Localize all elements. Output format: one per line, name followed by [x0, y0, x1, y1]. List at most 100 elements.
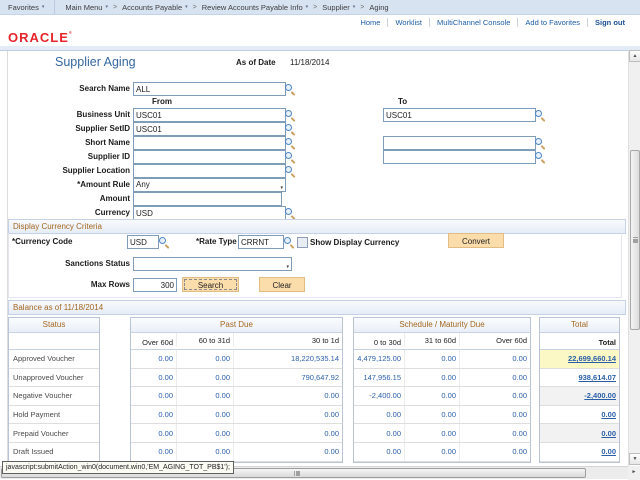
nav-divider [54, 0, 55, 14]
vertical-scrollbar[interactable]: ▲ ▼ [628, 50, 640, 465]
aging-amount-cell: 0.00 [404, 443, 459, 461]
search-name-lookup-icon[interactable] [284, 83, 296, 95]
aging-amount-cell: -2,400.00 [354, 391, 404, 400]
breadcrumb-label: Accounts Payable [122, 3, 182, 12]
breadcrumb-bar: Favorites▾ Main Menu▾ > Accounts Payable… [0, 0, 640, 15]
amount-input[interactable] [133, 192, 282, 206]
total-group-header: Total [540, 318, 619, 333]
currency-input[interactable] [133, 206, 286, 220]
total-amount-link[interactable]: 938,614.07 [540, 373, 619, 382]
total-amount-link[interactable]: 0.00 [540, 447, 619, 456]
supplier-id-to-input[interactable] [383, 150, 536, 164]
table-row: 147,956.150.000.00 [354, 369, 530, 388]
aging-amount-cell: 0.00 [459, 406, 530, 424]
breadcrumb-review-ap-info[interactable]: Review Accounts Payable Info▾ [202, 3, 308, 12]
past-due-box: Past Due Over 60d 60 to 31d 30 to 1d 0.0… [130, 317, 343, 463]
business-unit-to-input[interactable] [383, 108, 536, 122]
column-header-total: Total [540, 338, 619, 347]
column-header-60-to-31d: 60 to 31d [176, 333, 233, 347]
schedule-due-group-header: Schedule / Maturity Due [354, 318, 530, 333]
scroll-down-icon[interactable]: ▼ [629, 453, 640, 465]
status-cell: Hold Payment [9, 410, 99, 419]
short-name-to-lookup-icon[interactable] [534, 137, 546, 149]
short-name-label: Short Name [0, 138, 130, 147]
rate-type-input[interactable] [238, 235, 284, 249]
scroll-right-icon[interactable]: ► [628, 466, 640, 480]
scroll-up-icon[interactable]: ▲ [629, 50, 640, 62]
status-group-header: Status [9, 318, 99, 333]
aging-amount-cell: 0.00 [404, 406, 459, 424]
nav-link-multichannel-console[interactable]: MultiChannel Console [437, 18, 510, 27]
link-divider [517, 18, 518, 27]
amount-rule-value: Any [136, 180, 150, 189]
supplier-location-lookup-icon[interactable] [284, 165, 296, 177]
breadcrumb-supplier[interactable]: Supplier▾ [322, 3, 355, 12]
as-of-date-value: 11/18/2014 [290, 58, 329, 67]
supplier-location-label: Supplier Location [0, 166, 130, 175]
search-name-input[interactable] [133, 82, 286, 96]
total-amount-link[interactable]: 0.00 [540, 429, 619, 438]
total-amount-link[interactable]: 22,699,660.14 [540, 354, 619, 363]
breadcrumb-accounts-payable[interactable]: Accounts Payable▾ [122, 3, 188, 12]
currency-code-lookup-icon[interactable] [158, 236, 170, 248]
supplier-id-from-lookup-icon[interactable] [284, 151, 296, 163]
currency-code-input[interactable] [127, 235, 159, 249]
nav-link-home[interactable]: Home [360, 18, 380, 27]
search-button[interactable]: Search [182, 277, 239, 292]
link-divider [587, 18, 588, 27]
nav-link-worklist[interactable]: Worklist [395, 18, 422, 27]
nav-link-add-to-favorites[interactable]: Add to Favorites [525, 18, 580, 27]
short-name-from-input[interactable] [133, 136, 286, 150]
clear-button[interactable]: Clear [259, 277, 305, 292]
max-rows-input[interactable] [133, 278, 177, 292]
chevron-down-icon: ▾ [353, 5, 356, 10]
table-row: 938,614.07 [540, 369, 619, 388]
breadcrumb-main-menu[interactable]: Main Menu▾ [65, 3, 108, 12]
aging-amount-cell: 0.00 [459, 350, 530, 368]
business-unit-row: Business Unit [0, 108, 628, 122]
total-amount-link[interactable]: 0.00 [540, 410, 619, 419]
search-name-row: Search Name [0, 82, 628, 96]
convert-button[interactable]: Convert [448, 233, 504, 248]
table-row: Hold Payment [9, 406, 99, 425]
amount-rule-row: *Amount Rule Any▾ [0, 178, 628, 192]
business-unit-from-lookup-icon[interactable] [284, 109, 296, 121]
supplier-location-input[interactable] [133, 164, 286, 178]
currency-lookup-icon[interactable] [284, 207, 296, 219]
breadcrumb-label: Favorites [8, 3, 39, 12]
column-header-30-to-1d: 30 to 1d [233, 333, 342, 347]
breadcrumb-label: Supplier [322, 3, 350, 12]
aging-amount-cell: 0.00 [176, 424, 233, 442]
column-header-over-60d: Over 60d [131, 338, 176, 347]
amount-rule-label: *Amount Rule [0, 180, 130, 189]
aging-amount-cell: 0.00 [176, 443, 233, 461]
show-display-currency-checkbox[interactable] [297, 237, 308, 248]
supplier-id-from-input[interactable] [133, 150, 286, 164]
breadcrumb-favorites[interactable]: Favorites▾ [0, 3, 44, 12]
vertical-scrollbar-thumb[interactable] [630, 150, 640, 330]
rate-type-lookup-icon[interactable] [283, 236, 295, 248]
amount-label: Amount [0, 194, 130, 203]
short-name-from-lookup-icon[interactable] [284, 137, 296, 149]
supplier-setid-input[interactable] [133, 122, 286, 136]
aging-amount-cell: 0.00 [354, 410, 404, 419]
aging-amount-cell: 0.00 [354, 429, 404, 438]
business-unit-label: Business Unit [0, 110, 130, 119]
table-row: 0.000.0018,220,535.14 [131, 350, 342, 369]
sanctions-status-select[interactable]: ▾ [133, 257, 292, 271]
short-name-to-input[interactable] [383, 136, 536, 150]
total-amount-link[interactable]: -2,400.00 [540, 391, 619, 400]
status-cell: Approved Voucher [9, 354, 99, 363]
nav-link-sign-out[interactable]: Sign out [595, 18, 625, 27]
business-unit-to-lookup-icon[interactable] [534, 109, 546, 121]
breadcrumb-separator: > [313, 4, 317, 11]
status-column-box: Status Approved VoucherUnapproved Vouche… [8, 317, 100, 463]
status-subheader-row [9, 333, 99, 350]
business-unit-from-input[interactable] [133, 108, 286, 122]
supplier-setid-lookup-icon[interactable] [284, 123, 296, 135]
display-currency-section-header: Display Currency Criteria [8, 219, 626, 234]
supplier-id-row: Supplier ID [0, 150, 628, 164]
total-subheader-row: Total [540, 333, 619, 350]
amount-rule-select[interactable]: Any▾ [133, 178, 286, 192]
supplier-id-to-lookup-icon[interactable] [534, 151, 546, 163]
